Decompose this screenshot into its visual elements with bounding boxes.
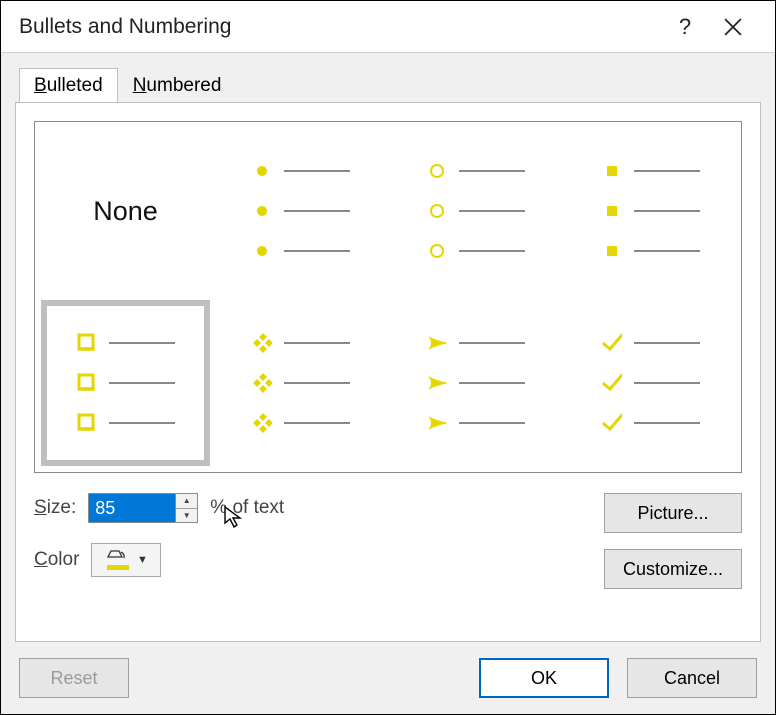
size-spinner[interactable]: 85 ▲ ▼ [88,493,198,523]
disc-icon [252,201,272,221]
bullet-option-checkmark[interactable] [566,300,735,466]
bullet-option-square[interactable] [566,128,735,294]
hollow-square-icon [77,333,97,353]
arrowhead-icon [427,333,447,353]
color-picker[interactable]: ▼ [91,543,161,577]
bullet-option-hollow-square[interactable] [41,300,210,466]
disc-icon [252,161,272,181]
square-icon [602,161,622,181]
customize-button[interactable]: Customize... [604,549,742,589]
bullet-option-circle[interactable] [391,128,560,294]
tab-numbered[interactable]: Numbered [118,68,237,103]
hollow-square-icon [77,413,97,433]
bullets-numbering-dialog: Bullets and Numbering ? Bulleted Numbere… [0,0,776,715]
checkmark-icon [602,373,622,393]
close-button[interactable] [709,3,757,51]
size-increment[interactable]: ▲ [176,494,197,509]
bullet-option-disc[interactable] [216,128,385,294]
tab-strip: Bulleted Numbered [19,67,761,102]
titlebar: Bullets and Numbering ? [1,1,775,53]
size-label: Size: [34,497,76,519]
color-label: Color [34,549,79,571]
bullet-gallery: None [34,121,742,473]
square-icon [602,201,622,221]
square-icon [602,241,622,261]
size-decrement[interactable]: ▼ [176,509,197,523]
circle-icon [427,241,447,261]
paint-bucket-icon [105,549,131,571]
disc-icon [252,241,272,261]
bullet-option-arrowhead[interactable] [391,300,560,466]
bullet-option-diamond-cluster[interactable] [216,300,385,466]
dialog-body: Bulleted Numbered None [1,53,775,642]
size-suffix: % of text [210,497,284,519]
ok-button[interactable]: OK [479,658,609,698]
circle-icon [427,161,447,181]
chevron-down-icon: ▼ [137,554,148,566]
cancel-button[interactable]: Cancel [627,658,757,698]
dialog-title: Bullets and Numbering [19,15,661,39]
reset-button[interactable]: Reset [19,658,129,698]
circle-icon [427,201,447,221]
hollow-square-icon [77,373,97,393]
diamond-cluster-icon [252,373,272,393]
close-icon [724,18,742,36]
picture-button[interactable]: Picture... [604,493,742,533]
tab-bulleted[interactable]: Bulleted [19,68,118,103]
checkmark-icon [602,333,622,353]
checkmark-icon [602,413,622,433]
arrowhead-icon [427,373,447,393]
help-button[interactable]: ? [661,3,709,51]
diamond-cluster-icon [252,413,272,433]
arrowhead-icon [427,413,447,433]
size-value[interactable]: 85 [89,494,175,522]
bullet-option-none[interactable]: None [41,128,210,294]
diamond-cluster-icon [252,333,272,353]
tab-panel: None [15,102,761,642]
dialog-footer: Reset OK Cancel [1,642,775,714]
